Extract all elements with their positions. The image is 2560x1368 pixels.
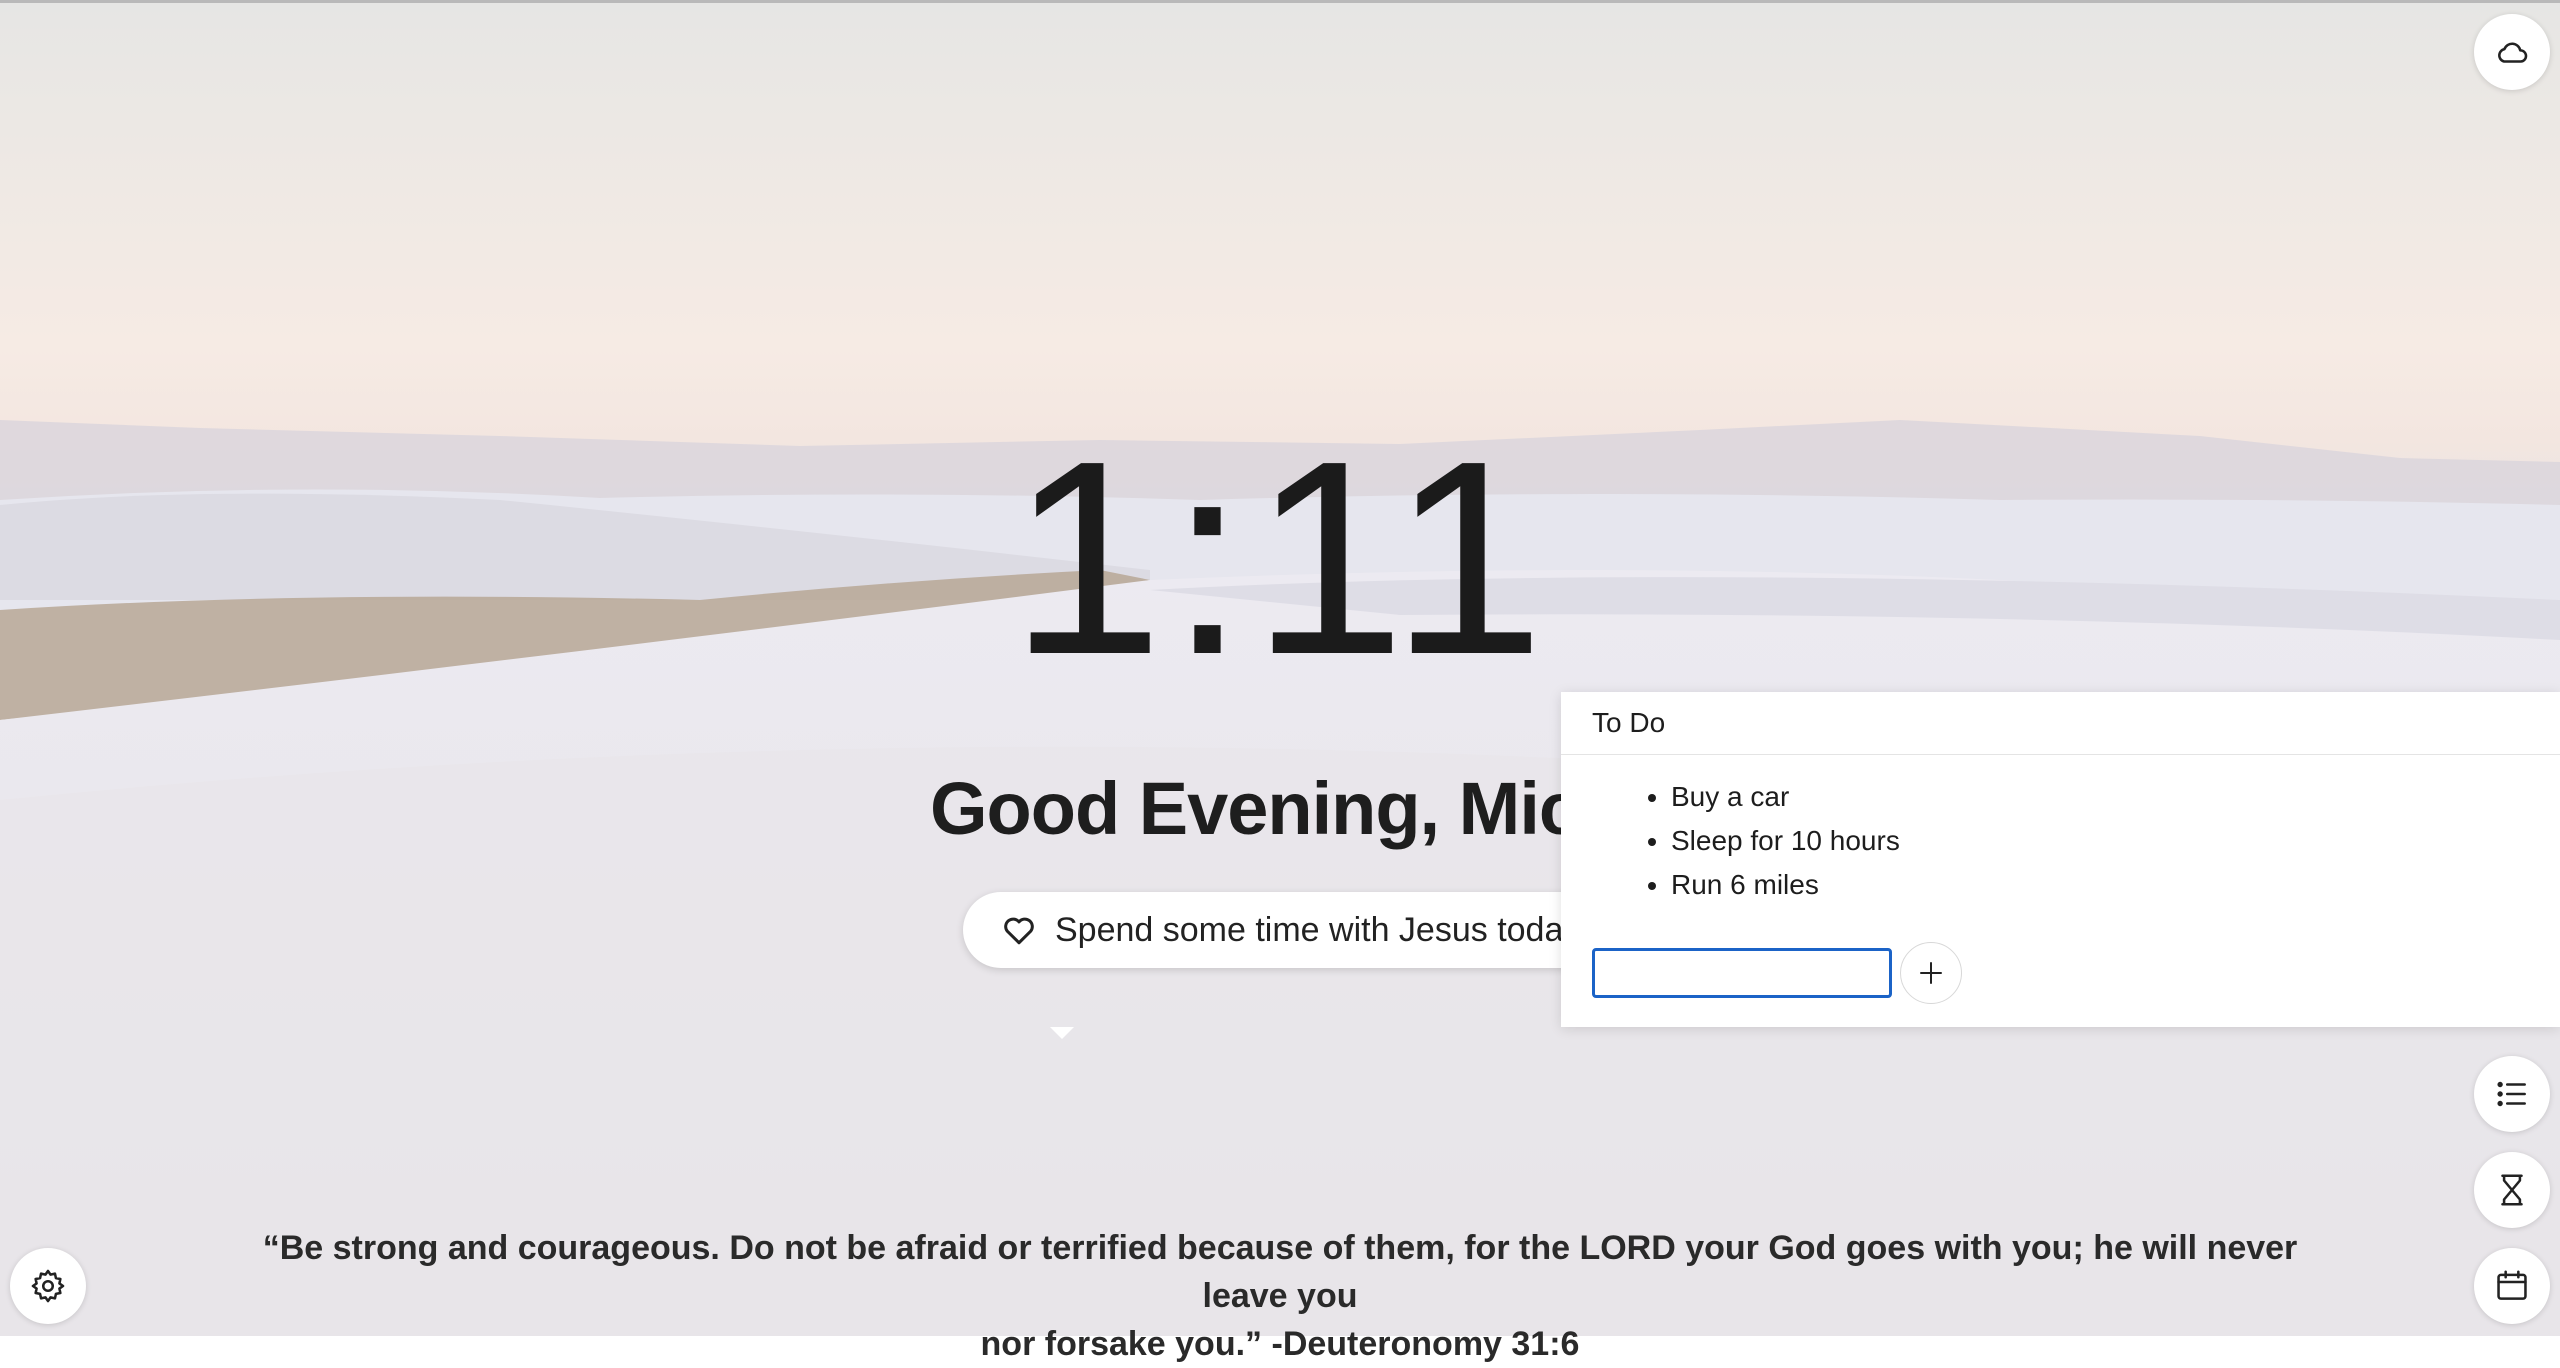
focus-text: Spend some time with Jesus today [1055, 911, 1580, 950]
hourglass-icon [2493, 1171, 2531, 1209]
todo-add-row [1592, 942, 1962, 1004]
todo-item[interactable]: Sleep for 10 hours [1671, 819, 2560, 863]
list-icon [2493, 1075, 2531, 1113]
greeting-text: Good Evening, Mic [930, 764, 1579, 854]
todo-item[interactable]: Run 6 miles [1671, 863, 2560, 907]
todo-item[interactable]: Buy a car [1671, 775, 2560, 819]
todo-toggle-button[interactable] [2474, 1056, 2550, 1132]
clock-time: 1:11 [0, 408, 2560, 708]
todo-title: To Do [1561, 692, 2560, 755]
calendar-icon [2493, 1267, 2531, 1305]
timer-button[interactable] [2474, 1152, 2550, 1228]
settings-button[interactable] [10, 1248, 86, 1324]
todo-list: Buy a car Sleep for 10 hours Run 6 miles [1561, 755, 2560, 907]
plus-icon [1916, 958, 1946, 988]
todo-input[interactable] [1592, 948, 1892, 998]
heart-icon [1001, 912, 1037, 948]
top-border [0, 0, 2560, 3]
cloud-icon [2493, 33, 2531, 71]
focus-pill[interactable]: Spend some time with Jesus today [963, 892, 1603, 968]
quote-line-2: nor forsake you.” -Deuteronomy 31:6 [220, 1320, 2340, 1368]
add-todo-button[interactable] [1900, 942, 1962, 1004]
gear-icon [29, 1267, 67, 1305]
quote: “Be strong and courageous. Do not be afr… [220, 1224, 2340, 1368]
todo-panel: To Do Buy a car Sleep for 10 hours Run 6… [1561, 692, 2560, 1027]
weather-button[interactable] [2474, 14, 2550, 90]
todo-panel-caret [1050, 1027, 1074, 1039]
calendar-button[interactable] [2474, 1248, 2550, 1324]
quote-line-1: “Be strong and courageous. Do not be afr… [220, 1224, 2340, 1320]
